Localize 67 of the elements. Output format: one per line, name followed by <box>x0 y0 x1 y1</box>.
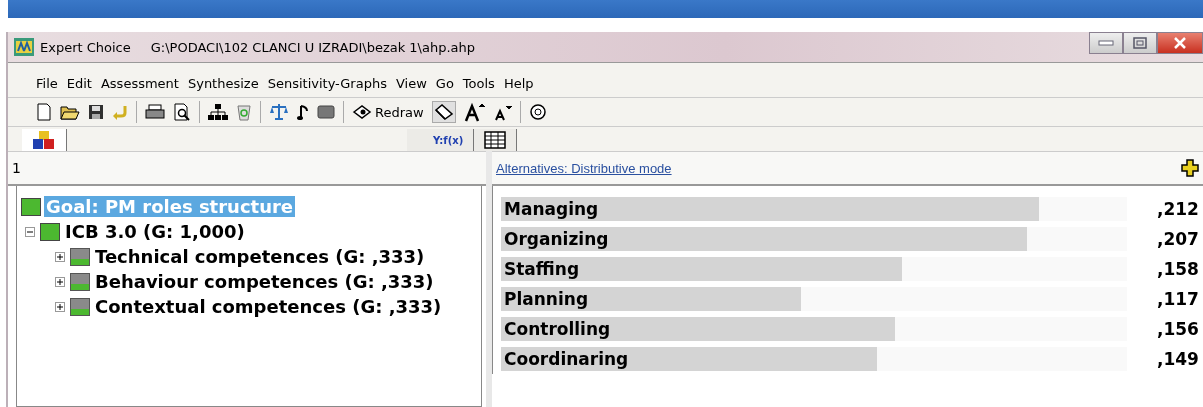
expand-toggle-icon[interactable] <box>55 251 65 262</box>
save-icon[interactable] <box>88 104 104 120</box>
tree-node[interactable]: ICB 3.0 (G: 1,000) <box>63 221 247 242</box>
node-icon <box>70 247 90 266</box>
distributive-mode-link[interactable]: Alternatives: Distributive mode <box>496 160 672 176</box>
grid-icon <box>484 131 507 149</box>
pane-number: 1 <box>12 160 21 176</box>
balance-scale-icon[interactable] <box>269 103 289 121</box>
maximize-button[interactable] <box>1123 32 1157 54</box>
screen-icon[interactable] <box>317 105 335 119</box>
puzzle-icon[interactable] <box>1181 159 1199 177</box>
cubes-icon <box>32 130 56 150</box>
priority-value: ,149 <box>1157 349 1197 369</box>
formula-tab[interactable]: Y:f(x) <box>407 129 475 151</box>
minimize-button[interactable] <box>1089 32 1123 54</box>
menu-item[interactable]: Sensitivity-Graphs <box>267 75 387 91</box>
music-note-icon[interactable] <box>297 103 309 121</box>
alternative-name: Organizing <box>503 228 609 251</box>
menu-item[interactable]: Help <box>503 75 534 91</box>
expand-toggle-icon[interactable] <box>25 226 35 237</box>
expand-toggle-icon[interactable] <box>55 276 65 287</box>
decrease-font-icon[interactable] <box>493 103 512 121</box>
priority-value: ,212 <box>1157 199 1197 219</box>
grid-tab[interactable] <box>474 129 518 151</box>
print-preview-icon[interactable] <box>173 103 191 121</box>
tree-node[interactable]: Behaviour competences (G: ,333) <box>93 271 436 292</box>
tree-node[interactable]: Contextual competences (G: ,333) <box>93 296 444 317</box>
redraw-button[interactable]: Redraw <box>352 104 424 120</box>
node-icon <box>70 297 90 316</box>
menu-item[interactable]: Tools <box>462 75 495 91</box>
eye-icon <box>352 104 372 120</box>
menu-item[interactable]: Assessment <box>100 75 179 91</box>
menu-item[interactable]: Synthesize <box>187 75 259 91</box>
gear-head-icon[interactable] <box>528 103 547 121</box>
alternative-name: Managing <box>503 198 599 221</box>
close-button[interactable] <box>1157 32 1203 54</box>
expand-toggle-icon[interactable] <box>55 301 65 312</box>
alternative-name: Controlling <box>503 318 611 341</box>
app-name: Expert Choice <box>40 39 131 55</box>
alternative-name: Staffing <box>503 258 580 281</box>
priority-value: ,158 <box>1157 259 1197 279</box>
window-title: G:\PODACI\102 CLANCI U IZRADI\bezak 1\ahp.ahp <box>150 39 476 55</box>
print-icon[interactable] <box>145 104 165 120</box>
hierarchy-icon[interactable] <box>208 103 228 121</box>
node-icon <box>70 272 90 291</box>
priority-value: ,207 <box>1157 229 1197 249</box>
pointer-tool-icon[interactable] <box>431 101 456 123</box>
priority-value: ,156 <box>1157 319 1197 339</box>
node-icon <box>21 197 41 216</box>
minimize-icon <box>1098 40 1114 46</box>
app-icon <box>14 38 34 56</box>
priority-value: ,117 <box>1157 289 1197 309</box>
new-document-icon[interactable] <box>36 103 52 121</box>
recycle-bin-icon[interactable] <box>236 103 252 121</box>
increase-font-icon[interactable] <box>463 102 486 122</box>
menu-item[interactable]: Edit <box>66 75 92 91</box>
maximize-icon <box>1133 37 1147 49</box>
node-icon <box>40 222 60 241</box>
menu-item[interactable]: View <box>395 75 427 91</box>
alternative-name: Planning <box>503 288 589 311</box>
alternative-name: Coordinaring <box>503 348 629 371</box>
menu-item[interactable]: Go <box>435 75 454 91</box>
menu-item[interactable]: File <box>36 75 58 91</box>
open-folder-icon[interactable] <box>60 104 80 120</box>
tree-node[interactable]: Technical competences (G: ,333) <box>93 246 427 267</box>
model-tab[interactable] <box>22 129 67 151</box>
close-icon <box>1173 37 1187 49</box>
